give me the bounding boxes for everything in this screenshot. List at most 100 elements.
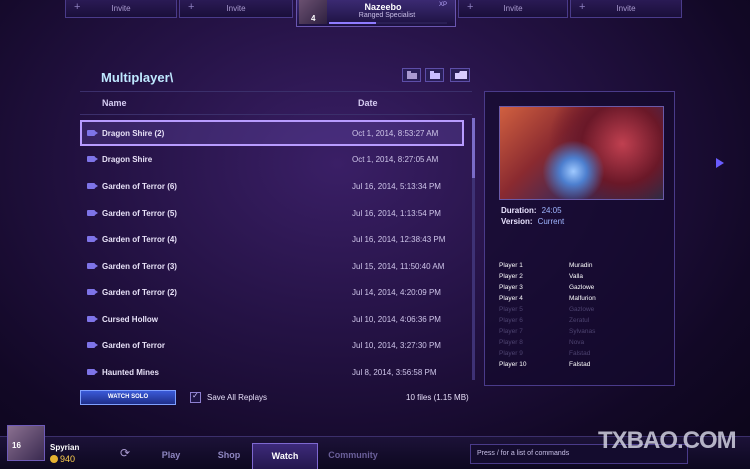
list-scrollbar[interactable] — [472, 118, 475, 380]
column-name-header[interactable]: Name — [102, 98, 127, 108]
player-hero: Zeratul — [569, 317, 590, 324]
tab-play[interactable]: Play — [140, 443, 202, 469]
new-folder-button[interactable] — [425, 68, 444, 82]
gold-amount: 940 — [50, 454, 75, 464]
tab-watch[interactable]: Watch — [252, 443, 318, 469]
invite-slot-4[interactable]: + Invite — [570, 0, 682, 18]
player-hero: Sylvanas — [569, 328, 596, 335]
invite-slot-2[interactable]: + Invite — [179, 0, 293, 18]
player-hero: Gazlowe — [569, 284, 595, 291]
invite-slot-3[interactable]: + Invite — [458, 0, 568, 18]
tab-community[interactable]: Community — [318, 443, 388, 469]
player-label: Player 4 — [499, 295, 523, 302]
column-date-header[interactable]: Date — [358, 98, 378, 108]
player-hero: Falstad — [569, 361, 591, 368]
replay-icon — [87, 369, 98, 375]
header-divider — [80, 114, 472, 115]
duration-value: 24:05 — [541, 206, 562, 215]
replay-row[interactable]: Garden of Terror (4) Jul 16, 2014, 12:38… — [80, 227, 464, 252]
watch-solo-button[interactable]: WATCH SOLO — [80, 390, 176, 405]
player-hero: Nova — [569, 339, 585, 346]
replay-date: Oct 1, 2014, 8:53:27 AM — [352, 129, 439, 138]
save-all-label: Save All Replays — [207, 393, 268, 402]
gold-value: 940 — [60, 454, 76, 464]
player-label: Player 6 — [499, 317, 523, 324]
xp-label: XP — [438, 2, 447, 8]
version-value: Current — [537, 217, 565, 226]
replay-row[interactable]: Garden of Terror (3) Jul 15, 2014, 11:50… — [80, 254, 464, 279]
replay-name: Cursed Hollow — [102, 315, 159, 324]
replay-date: Jul 14, 2014, 4:20:09 PM — [352, 288, 441, 297]
replay-name: Garden of Terror (5) — [102, 209, 177, 218]
replay-row[interactable]: Dragon Shire Oct 1, 2014, 8:27:05 AM — [80, 147, 464, 172]
player-row: Player 9 Falstad — [499, 350, 664, 361]
header-divider — [80, 91, 472, 92]
replay-name: Garden of Terror (6) — [102, 182, 177, 191]
file-count: 10 files (1.15 MB) — [406, 393, 469, 402]
player-list: Player 1 Muradin Player 2 Valla Player 3 Ga… — [499, 262, 664, 372]
player-row: Player 4 Malfurion — [499, 295, 664, 306]
replay-date: Oct 1, 2014, 8:27:05 AM — [352, 155, 439, 164]
player-hero: Gazlowe — [569, 306, 595, 313]
replay-date: Jul 16, 2014, 5:13:34 PM — [352, 182, 441, 191]
replay-name: Garden of Terror (4) — [102, 235, 177, 244]
folder-icon — [407, 71, 417, 79]
replay-row[interactable]: Garden of Terror (6) Jul 16, 2014, 5:13:… — [80, 174, 464, 199]
hero-role: Ranged Specialist — [358, 12, 416, 19]
map-thumbnail — [499, 106, 664, 200]
side-arrow-icon — [716, 158, 724, 168]
replay-icon — [87, 183, 98, 189]
replay-icon — [87, 342, 98, 348]
bottom-nav: 16 Spyrian 940 ⟳ Play Shop Watch Communi… — [0, 425, 750, 469]
invite-slot-1[interactable]: + Invite — [65, 0, 177, 18]
tab-shop[interactable]: Shop — [198, 443, 260, 469]
player-label: Player 8 — [499, 339, 523, 346]
replay-icon — [87, 289, 98, 295]
invite-label: Invite — [111, 4, 131, 13]
replay-row[interactable]: Cursed Hollow Jul 10, 2014, 4:06:36 PM — [80, 307, 464, 332]
party-bar: + Invite + Invite 4 Nazeebo Ranged Speci… — [0, 0, 750, 27]
player-label: Player 10 — [499, 361, 527, 368]
player-name[interactable]: Spyrian — [50, 443, 79, 452]
save-all-checkbox[interactable] — [190, 391, 201, 403]
avatar[interactable]: 16 — [7, 425, 45, 461]
hero-level: 4 — [311, 14, 316, 23]
player-hero: Valla — [569, 273, 583, 280]
replay-icon — [87, 316, 98, 322]
version-label: Version: — [501, 217, 533, 226]
replay-row[interactable]: Garden of Terror (2) Jul 14, 2014, 4:20:… — [80, 280, 464, 305]
scrollbar-thumb[interactable] — [472, 118, 475, 178]
replay-row[interactable]: Garden of Terror Jul 10, 2014, 3:27:30 P… — [80, 333, 464, 358]
replay-row-selected[interactable]: Dragon Shire (2) Oct 1, 2014, 8:53:27 AM — [80, 120, 464, 146]
player-row: Player 5 Gazlowe — [499, 306, 664, 317]
replay-name: Garden of Terror (3) — [102, 262, 177, 271]
refresh-icon[interactable]: ⟳ — [120, 446, 130, 460]
player-hero: Muradin — [569, 262, 593, 269]
gold-coin-icon — [50, 455, 58, 463]
replay-details-panel: Duration: 24:05 Version: Current Player 1 M… — [484, 91, 675, 386]
replay-row[interactable]: Haunted Mines Jul 8, 2014, 3:56:58 PM — [80, 360, 464, 385]
replay-date: Jul 15, 2014, 11:50:40 AM — [352, 262, 445, 271]
player-row: Player 1 Muradin — [499, 262, 664, 273]
player-hero: Falstad — [569, 350, 591, 357]
new-folder-icon — [430, 71, 440, 79]
player-row: Player 6 Zeratul — [499, 317, 664, 328]
hero-name: Nazeebo — [364, 2, 402, 12]
folder-up-button[interactable] — [402, 68, 421, 82]
player-row: Player 3 Gazlowe — [499, 284, 664, 295]
hero-slot[interactable]: 4 Nazeebo Ranged Specialist XP — [296, 0, 456, 27]
replay-list: Dragon Shire (2) Oct 1, 2014, 8:53:27 AM… — [80, 120, 466, 382]
replay-row[interactable]: Garden of Terror (5) Jul 16, 2014, 1:13:… — [80, 201, 464, 226]
replay-date: Jul 16, 2014, 1:13:54 PM — [352, 209, 441, 218]
open-folder-button[interactable] — [450, 68, 470, 82]
version-row: Version: Current — [501, 217, 564, 226]
player-label: Player 9 — [499, 350, 523, 357]
duration-row: Duration: 24:05 — [501, 206, 562, 215]
xp-bar — [329, 22, 447, 24]
replay-name: Haunted Mines — [102, 368, 159, 377]
player-label: Player 3 — [499, 284, 523, 291]
open-folder-icon — [455, 71, 467, 79]
player-hero: Malfurion — [569, 295, 596, 302]
replay-icon — [87, 130, 98, 136]
player-row: Player 2 Valla — [499, 273, 664, 284]
